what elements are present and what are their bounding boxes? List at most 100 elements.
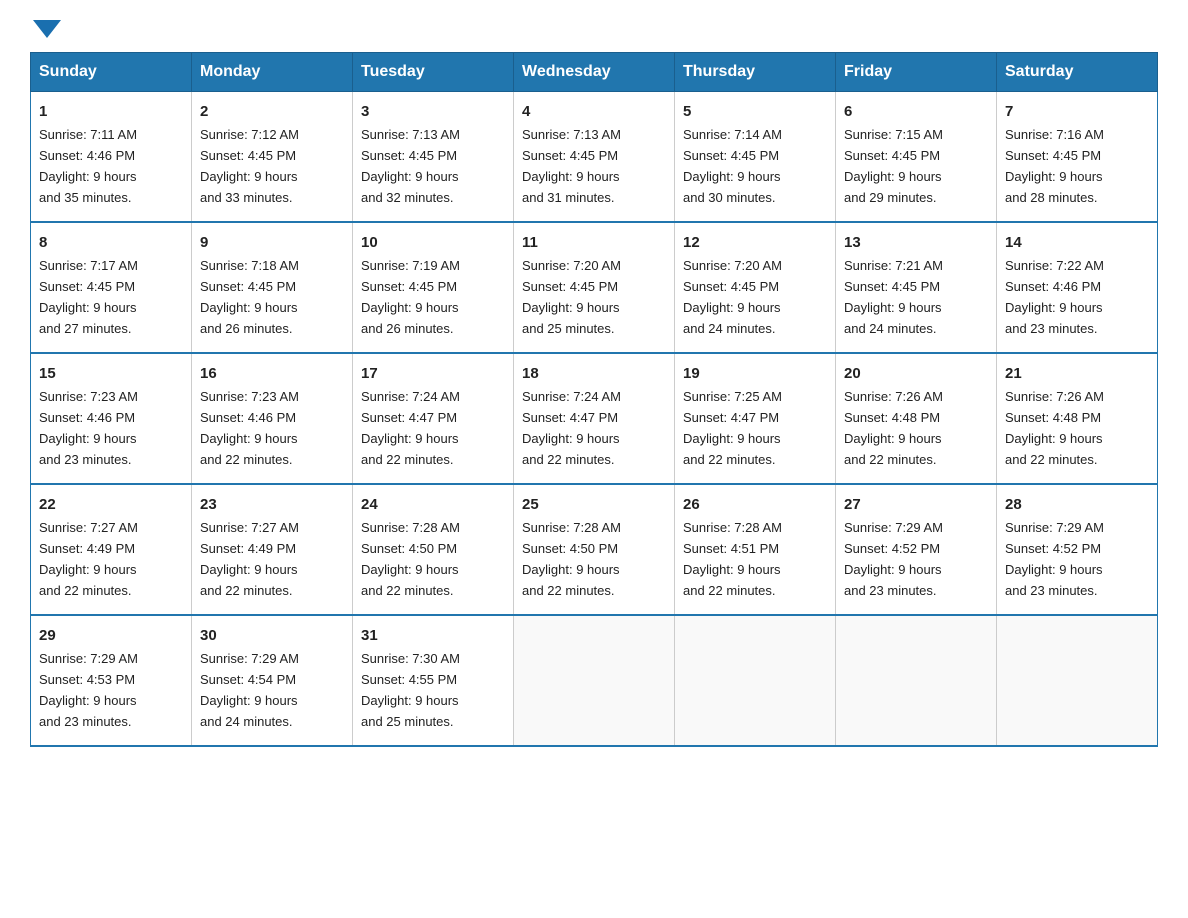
header-wednesday: Wednesday xyxy=(514,53,675,92)
day-number: 16 xyxy=(200,362,344,385)
day-info: Sunrise: 7:27 AMSunset: 4:49 PMDaylight:… xyxy=(200,520,299,598)
calendar-cell: 12 Sunrise: 7:20 AMSunset: 4:45 PMDayligh… xyxy=(675,222,836,353)
day-info: Sunrise: 7:29 AMSunset: 4:52 PMDaylight:… xyxy=(1005,520,1104,598)
calendar-cell: 11Sunrise: 7:20 AMSunset: 4:45 PMDayligh… xyxy=(514,222,675,353)
day-number: 2 xyxy=(200,100,344,123)
day-number: 26 xyxy=(683,493,827,516)
day-number: 29 xyxy=(39,624,183,647)
day-number: 10 xyxy=(361,231,505,254)
day-info: Sunrise: 7:24 AMSunset: 4:47 PMDaylight:… xyxy=(522,389,621,467)
header-saturday: Saturday xyxy=(997,53,1158,92)
day-info: Sunrise: 7:29 AMSunset: 4:52 PMDaylight:… xyxy=(844,520,943,598)
day-info: Sunrise: 7:14 AMSunset: 4:45 PMDaylight:… xyxy=(683,127,782,205)
day-info: Sunrise: 7:11 AMSunset: 4:46 PMDaylight:… xyxy=(39,127,137,205)
calendar-cell: 24Sunrise: 7:28 AMSunset: 4:50 PMDayligh… xyxy=(353,484,514,615)
calendar-cell: 17 Sunrise: 7:24 AMSunset: 4:47 PMDayligh… xyxy=(353,353,514,484)
day-info: Sunrise: 7:13 AMSunset: 4:45 PMDaylight:… xyxy=(522,127,621,205)
header-thursday: Thursday xyxy=(675,53,836,92)
calendar-cell: 14 Sunrise: 7:22 AMSunset: 4:46 PMDayligh… xyxy=(997,222,1158,353)
calendar-header: SundayMondayTuesdayWednesdayThursdayFrid… xyxy=(31,53,1158,92)
week-row-4: 22 Sunrise: 7:27 AMSunset: 4:49 PMDayligh… xyxy=(31,484,1158,615)
calendar-cell: 4 Sunrise: 7:13 AMSunset: 4:45 PMDaylight… xyxy=(514,92,675,222)
calendar-cell: 5 Sunrise: 7:14 AMSunset: 4:45 PMDaylight… xyxy=(675,92,836,222)
day-number: 5 xyxy=(683,100,827,123)
calendar-cell: 30 Sunrise: 7:29 AMSunset: 4:54 PMDayligh… xyxy=(192,615,353,746)
day-info: Sunrise: 7:23 AMSunset: 4:46 PMDaylight:… xyxy=(39,389,138,467)
day-number: 7 xyxy=(1005,100,1149,123)
calendar-cell: 10Sunrise: 7:19 AMSunset: 4:45 PMDayligh… xyxy=(353,222,514,353)
calendar-cell: 23Sunrise: 7:27 AMSunset: 4:49 PMDayligh… xyxy=(192,484,353,615)
day-info: Sunrise: 7:15 AMSunset: 4:45 PMDaylight:… xyxy=(844,127,943,205)
calendar-cell: 31 Sunrise: 7:30 AMSunset: 4:55 PMDayligh… xyxy=(353,615,514,746)
day-info: Sunrise: 7:24 AMSunset: 4:47 PMDaylight:… xyxy=(361,389,460,467)
day-number: 30 xyxy=(200,624,344,647)
header-row: SundayMondayTuesdayWednesdayThursdayFrid… xyxy=(31,53,1158,92)
calendar-cell: 15Sunrise: 7:23 AMSunset: 4:46 PMDayligh… xyxy=(31,353,192,484)
calendar-cell xyxy=(675,615,836,746)
calendar-cell: 25 Sunrise: 7:28 AMSunset: 4:50 PMDayligh… xyxy=(514,484,675,615)
calendar-body: 1 Sunrise: 7:11 AMSunset: 4:46 PMDaylight… xyxy=(31,92,1158,746)
day-info: Sunrise: 7:21 AMSunset: 4:45 PMDaylight:… xyxy=(844,258,943,336)
week-row-1: 1 Sunrise: 7:11 AMSunset: 4:46 PMDaylight… xyxy=(31,92,1158,222)
calendar-cell: 18 Sunrise: 7:24 AMSunset: 4:47 PMDayligh… xyxy=(514,353,675,484)
day-info: Sunrise: 7:12 AMSunset: 4:45 PMDaylight:… xyxy=(200,127,299,205)
day-info: Sunrise: 7:16 AMSunset: 4:45 PMDaylight:… xyxy=(1005,127,1104,205)
day-info: Sunrise: 7:28 AMSunset: 4:50 PMDaylight:… xyxy=(522,520,621,598)
calendar-cell: 1 Sunrise: 7:11 AMSunset: 4:46 PMDaylight… xyxy=(31,92,192,222)
calendar-cell: 28 Sunrise: 7:29 AMSunset: 4:52 PMDayligh… xyxy=(997,484,1158,615)
calendar-cell: 20 Sunrise: 7:26 AMSunset: 4:48 PMDayligh… xyxy=(836,353,997,484)
day-number: 4 xyxy=(522,100,666,123)
header-tuesday: Tuesday xyxy=(353,53,514,92)
day-number: 6 xyxy=(844,100,988,123)
day-number: 25 xyxy=(522,493,666,516)
day-info: Sunrise: 7:28 AMSunset: 4:51 PMDaylight:… xyxy=(683,520,782,598)
day-number: 8 xyxy=(39,231,183,254)
calendar-cell xyxy=(514,615,675,746)
header-sunday: Sunday xyxy=(31,53,192,92)
day-number: 9 xyxy=(200,231,344,254)
day-info: Sunrise: 7:27 AMSunset: 4:49 PMDaylight:… xyxy=(39,520,138,598)
page-header xyxy=(30,20,1158,32)
calendar-cell: 3Sunrise: 7:13 AMSunset: 4:45 PMDaylight… xyxy=(353,92,514,222)
day-info: Sunrise: 7:28 AMSunset: 4:50 PMDaylight:… xyxy=(361,520,460,598)
day-info: Sunrise: 7:30 AMSunset: 4:55 PMDaylight:… xyxy=(361,651,460,729)
day-info: Sunrise: 7:17 AMSunset: 4:45 PMDaylight:… xyxy=(39,258,138,336)
calendar-cell: 13 Sunrise: 7:21 AMSunset: 4:45 PMDayligh… xyxy=(836,222,997,353)
day-info: Sunrise: 7:20 AMSunset: 4:45 PMDaylight:… xyxy=(683,258,782,336)
calendar-cell: 8 Sunrise: 7:17 AMSunset: 4:45 PMDaylight… xyxy=(31,222,192,353)
calendar-cell: 6 Sunrise: 7:15 AMSunset: 4:45 PMDaylight… xyxy=(836,92,997,222)
day-number: 21 xyxy=(1005,362,1149,385)
calendar-cell: 22 Sunrise: 7:27 AMSunset: 4:49 PMDayligh… xyxy=(31,484,192,615)
calendar-cell xyxy=(836,615,997,746)
calendar-cell xyxy=(997,615,1158,746)
day-info: Sunrise: 7:13 AMSunset: 4:45 PMDaylight:… xyxy=(361,127,460,205)
day-number: 1 xyxy=(39,100,183,123)
day-number: 12 xyxy=(683,231,827,254)
day-number: 20 xyxy=(844,362,988,385)
day-number: 18 xyxy=(522,362,666,385)
header-monday: Monday xyxy=(192,53,353,92)
day-info: Sunrise: 7:23 AMSunset: 4:46 PMDaylight:… xyxy=(200,389,299,467)
day-info: Sunrise: 7:29 AMSunset: 4:54 PMDaylight:… xyxy=(200,651,299,729)
week-row-2: 8 Sunrise: 7:17 AMSunset: 4:45 PMDaylight… xyxy=(31,222,1158,353)
logo-arrow-icon xyxy=(33,20,61,38)
calendar-cell: 27Sunrise: 7:29 AMSunset: 4:52 PMDayligh… xyxy=(836,484,997,615)
calendar-cell: 16 Sunrise: 7:23 AMSunset: 4:46 PMDayligh… xyxy=(192,353,353,484)
calendar-cell: 7 Sunrise: 7:16 AMSunset: 4:45 PMDaylight… xyxy=(997,92,1158,222)
day-info: Sunrise: 7:22 AMSunset: 4:46 PMDaylight:… xyxy=(1005,258,1104,336)
day-number: 31 xyxy=(361,624,505,647)
day-number: 28 xyxy=(1005,493,1149,516)
day-number: 22 xyxy=(39,493,183,516)
header-friday: Friday xyxy=(836,53,997,92)
day-info: Sunrise: 7:26 AMSunset: 4:48 PMDaylight:… xyxy=(1005,389,1104,467)
calendar-cell: 21 Sunrise: 7:26 AMSunset: 4:48 PMDayligh… xyxy=(997,353,1158,484)
calendar-cell: 9Sunrise: 7:18 AMSunset: 4:45 PMDaylight… xyxy=(192,222,353,353)
calendar-cell: 29 Sunrise: 7:29 AMSunset: 4:53 PMDayligh… xyxy=(31,615,192,746)
day-number: 13 xyxy=(844,231,988,254)
week-row-3: 15Sunrise: 7:23 AMSunset: 4:46 PMDayligh… xyxy=(31,353,1158,484)
day-number: 14 xyxy=(1005,231,1149,254)
day-number: 17 xyxy=(361,362,505,385)
day-number: 19 xyxy=(683,362,827,385)
day-info: Sunrise: 7:29 AMSunset: 4:53 PMDaylight:… xyxy=(39,651,138,729)
day-info: Sunrise: 7:26 AMSunset: 4:48 PMDaylight:… xyxy=(844,389,943,467)
